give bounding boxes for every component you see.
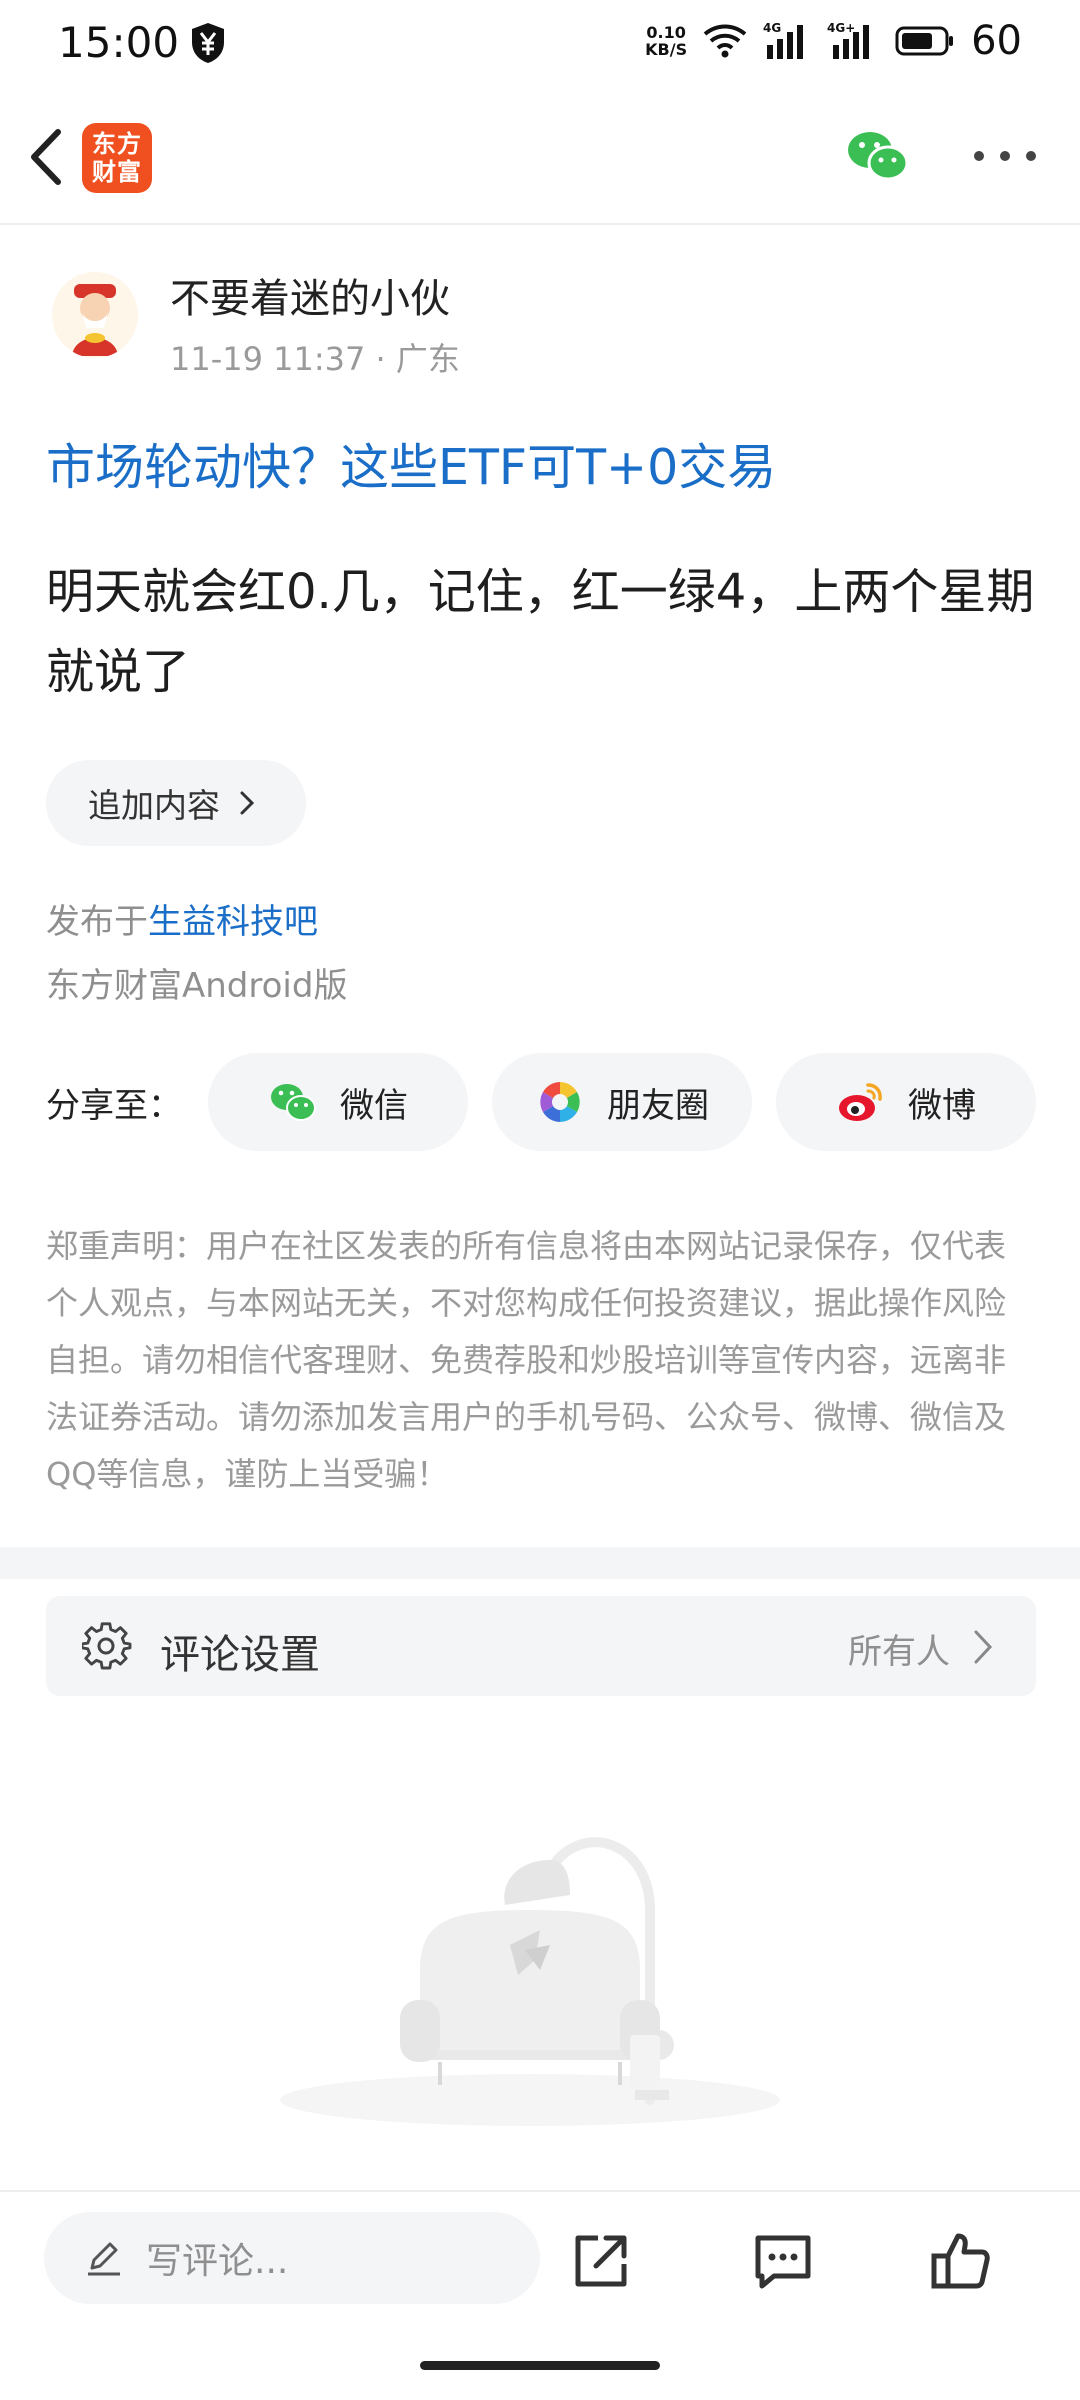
comment-settings-row[interactable]: 评论设置 所有人 (46, 1596, 1036, 1696)
logo-line2: 财富 (92, 158, 142, 186)
share-moments-button[interactable]: 朋友圈 (492, 1053, 752, 1151)
post-meta: 11-19 11:37 · 广东 (170, 334, 460, 380)
append-content-label: 追加内容 (88, 786, 220, 825)
post-datetime: 11-19 11:37 (170, 340, 366, 378)
share-moments-label: 朋友圈 (607, 1085, 709, 1126)
home-indicator[interactable] (420, 2361, 660, 2370)
svg-text:4G: 4G (763, 21, 781, 35)
moments-icon (540, 1082, 580, 1122)
disclaimer-text: 郑重声明：用户在社区发表的所有信息将由本网站记录保存，仅代表个人观点，与本网站无… (46, 1227, 1007, 1493)
comment-settings-value: 所有人 (848, 1632, 950, 1672)
top-nav-bar: 东方 财富 (0, 90, 1080, 225)
share-weibo-label: 微博 (908, 1085, 976, 1126)
post-body: 明天就会红0.几，记住，红一绿4，上两个星期就说了 (46, 564, 1035, 700)
battery-icon (895, 26, 954, 56)
client-source: 东方财富Android版 (46, 966, 348, 1006)
battery-level: 60 (971, 18, 1022, 64)
share-wechat-label: 微信 (340, 1085, 408, 1126)
gear-icon (82, 1622, 132, 1670)
svg-text:4G+: 4G+ (827, 21, 855, 35)
comment-settings-label: 评论设置 (160, 1632, 320, 1678)
pencil-icon (88, 2242, 120, 2276)
write-comment-placeholder: 写评论... (146, 2241, 289, 2282)
avatar[interactable] (52, 272, 138, 358)
status-time: 15:00 (58, 18, 180, 67)
signal-4g-plus-icon: 4G+ (827, 21, 870, 59)
published-in: 发布于生益科技吧 (46, 894, 318, 943)
logo-line1: 东方 (92, 130, 142, 158)
wifi-icon (703, 24, 747, 58)
chevron-right-icon (240, 791, 255, 815)
like-icon[interactable] (930, 2230, 992, 2292)
more-icon[interactable] (970, 138, 1040, 174)
append-content-button[interactable]: 追加内容 (46, 760, 306, 846)
share-icon[interactable] (570, 2230, 632, 2292)
bottom-action-bar: 写评论... (0, 2190, 1080, 2310)
post-title-link[interactable]: 市场轮动快？这些ETF可T+0交易 (46, 428, 1046, 499)
comment-icon[interactable] (752, 2230, 814, 2292)
god-of-wealth-avatar-icon (52, 272, 138, 358)
post-location: · 广东 (375, 340, 460, 378)
status-bar: 15:00 0.10 KB/S 4G 4G+ 60 (0, 0, 1080, 90)
eastmoney-logo[interactable]: 东方 财富 (82, 123, 152, 193)
share-wechat-button[interactable]: 微信 (208, 1053, 468, 1151)
write-comment-input[interactable]: 写评论... (44, 2212, 540, 2304)
status-right-group: 0.10 KB/S 4G 4G+ 60 (645, 18, 1022, 64)
published-prefix: 发布于 (46, 902, 148, 942)
net-speed: 0.10 KB/S (645, 24, 687, 58)
share-weibo-button[interactable]: 微博 (776, 1053, 1036, 1151)
back-icon[interactable] (20, 122, 80, 192)
net-speed-value: 0.10 (646, 23, 686, 42)
share-label: 分享至： (46, 1086, 182, 1126)
shield-yen-icon (192, 23, 224, 63)
author-name[interactable]: 不要着迷的小伙 (170, 266, 450, 324)
wechat-icon (271, 1084, 316, 1121)
weibo-icon (839, 1083, 882, 1121)
empty-comments-sofa-illustration (280, 1837, 780, 2126)
stock-bar-link[interactable]: 生益科技吧 (148, 902, 318, 942)
wechat-icon[interactable] (846, 128, 910, 184)
signal-4g-icon: 4G (763, 21, 804, 59)
net-speed-unit: KB/S (645, 40, 688, 59)
section-divider (0, 1547, 1080, 1579)
chevron-right-icon (974, 1630, 993, 1664)
